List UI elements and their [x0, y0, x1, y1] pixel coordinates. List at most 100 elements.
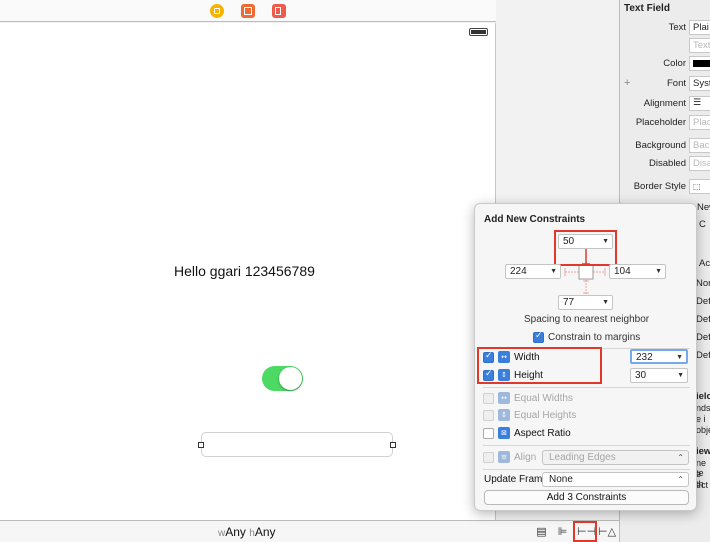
text-type-popup[interactable]: Plai [689, 20, 710, 35]
text-label: Text [668, 22, 686, 33]
chevron-updown-icon: ⌃ [677, 475, 684, 484]
border-style-label: Border Style [633, 181, 686, 192]
inspector-row-font: + Font Syst [620, 76, 710, 92]
first-responder-icon[interactable] [241, 4, 255, 18]
view-controller-icon[interactable] [210, 4, 224, 18]
resize-handle-left[interactable] [198, 442, 204, 448]
right-spacing-value: 104 [614, 266, 631, 277]
height-class-value: Any [254, 525, 276, 539]
right-spacing-combo[interactable]: 104 ▼ [609, 264, 666, 279]
partial-text-ac: Ac [699, 258, 710, 269]
align-icon: ≡ [498, 451, 510, 463]
disabled-field[interactable]: Disa [689, 156, 710, 171]
chevron-down-icon: ▼ [655, 268, 662, 275]
equal-heights-checkbox[interactable] [483, 410, 494, 421]
partial-text-obje: obje [696, 425, 710, 435]
align-label: Align [514, 452, 537, 463]
left-spacing-value: 224 [510, 266, 527, 277]
border-style-selector[interactable]: ⬚ [689, 179, 710, 194]
inspector-row-alignment: Alignment ☰ [620, 96, 710, 112]
chevron-down-icon: ▼ [677, 372, 684, 379]
aspect-ratio-label: Aspect Ratio [514, 428, 571, 439]
chevron-updown-icon: ⌃ [677, 453, 684, 462]
align-icon[interactable]: ⊫ [554, 524, 571, 539]
align-popup[interactable]: Leading Edges ⌃ [542, 450, 689, 465]
text-value-field[interactable]: Text [689, 38, 710, 53]
color-label: Color [663, 58, 686, 69]
inspector-row-placeholder: Placeholder Plac [620, 115, 710, 131]
font-label: Font [666, 78, 686, 89]
left-spacing-combo[interactable]: 224 ▼ [505, 264, 561, 279]
spacing-caption: Spacing to nearest neighbor [524, 314, 650, 325]
bottom-spacing-combo[interactable]: 77 ▼ [558, 295, 613, 310]
height-value: 30 [635, 370, 647, 381]
partial-text-def-3: Def [696, 332, 710, 343]
resize-handle-right[interactable] [390, 442, 396, 448]
placeholder-label: Placeholder [635, 117, 686, 128]
hello-label[interactable]: Hello ggari 123456789 [174, 263, 315, 279]
aspect-ratio-icon: ⊠ [498, 427, 510, 439]
equal-widths-label: Equal Widths [514, 393, 573, 404]
alignment-label: Alignment [643, 98, 686, 109]
background-field[interactable]: Back [689, 138, 710, 153]
inspector-row-disabled: Disabled Disa [620, 156, 710, 172]
partial-text-c: C [699, 219, 706, 230]
partial-text-iew: iew [696, 446, 710, 457]
alignment-left-icon[interactable]: ☰ [689, 96, 710, 111]
add-constraints-button[interactable]: Add 3 Constraints [484, 490, 689, 505]
inspector-title: Text Field [624, 3, 670, 14]
align-value: Leading Edges [549, 452, 616, 463]
update-frames-value: None [549, 474, 573, 485]
partial-text-def-2: Def [696, 314, 710, 325]
font-plus-icon[interactable]: + [624, 77, 630, 89]
width-class-value: Any [225, 525, 246, 539]
color-well[interactable] [689, 56, 710, 71]
font-field[interactable]: Syst [689, 76, 710, 91]
aspect-ratio-checkbox[interactable] [483, 428, 494, 439]
size-class-control[interactable]: wAny hAny [218, 525, 276, 539]
inspector-row-background: Background Back [620, 138, 710, 154]
popover-title: Add New Constraints [484, 214, 586, 225]
separator [483, 387, 690, 388]
partial-text-def-1: Def [696, 296, 710, 307]
align-checkbox[interactable] [483, 452, 494, 463]
partial-text-ect: ect [696, 480, 709, 490]
pin-button-highlight [573, 521, 597, 542]
inspector-row-text-value: Text [620, 38, 710, 54]
partial-text-ei: e i [696, 414, 706, 424]
background-label: Background [635, 140, 686, 151]
resolve-icon[interactable]: ⊢△ [598, 524, 616, 539]
chevron-down-icon: ▼ [550, 268, 557, 275]
stack-icon[interactable]: ▤ [533, 524, 550, 539]
constrain-margins-label: Constrain to margins [548, 332, 641, 343]
exit-icon[interactable] [272, 4, 286, 18]
height-value-combo[interactable]: 30 ▼ [630, 368, 688, 383]
chevron-down-icon: ▼ [676, 354, 683, 361]
partial-text-new: New [697, 202, 710, 213]
separator [483, 469, 690, 470]
canvas-bottom-bar: wAny hAny ▤ ⊫ ⊢⊣ ⊢△ [0, 520, 619, 542]
scene-dock [0, 0, 496, 22]
separator [483, 445, 690, 446]
bottom-spacing-value: 77 [563, 297, 575, 308]
inspector-row-border-style: Border Style ⬚ [620, 179, 710, 195]
view-controller-scene[interactable]: Hello ggari 123456789 [0, 23, 496, 520]
constrain-margins-checkbox[interactable] [533, 331, 544, 343]
equal-heights-label: Equal Heights [514, 410, 577, 421]
equal-widths-icon: ↔ [498, 392, 510, 404]
battery-icon [469, 28, 488, 36]
inspector-row-text: Text Plai [620, 20, 710, 36]
equal-widths-checkbox[interactable] [483, 393, 494, 404]
update-frames-popup[interactable]: None ⌃ [542, 472, 689, 487]
placeholder-field[interactable]: Plac [689, 115, 710, 130]
selected-text-field[interactable] [201, 432, 393, 457]
size-constraints-highlight [477, 347, 602, 384]
add-constraints-popover: Add New Constraints 50 ▼ 224 ▼ 104 ▼ 77 ▼ Sp… [474, 203, 697, 511]
disabled-label: Disabled [649, 158, 686, 169]
top-spacing-highlight [554, 230, 617, 266]
equal-heights-icon: ↕ [498, 409, 510, 421]
inspector-row-color: Color [620, 56, 710, 72]
width-value-combo[interactable]: 232 ▼ [630, 349, 688, 364]
toggle-switch[interactable] [262, 366, 303, 391]
partial-text-non: Non [696, 278, 710, 289]
